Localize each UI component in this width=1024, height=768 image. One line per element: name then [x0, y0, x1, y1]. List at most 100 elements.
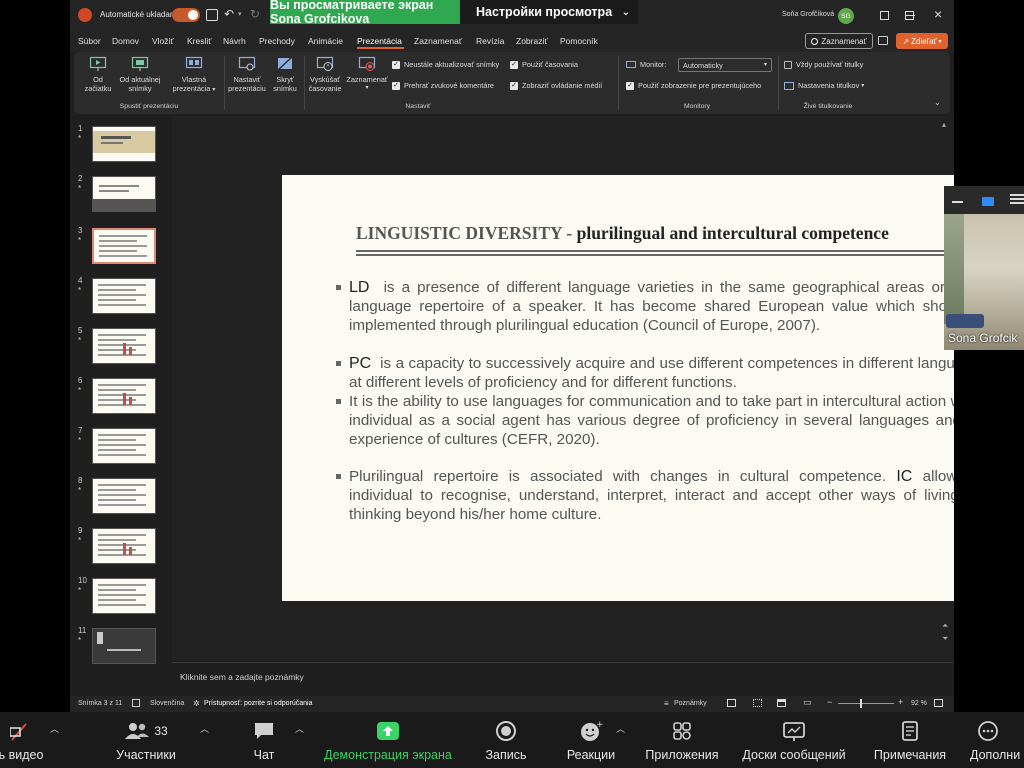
powerpoint-window: Automatické ukladanie ↶ ▾ ↻ Soňa Grofčík…	[70, 0, 954, 712]
participants-button[interactable]: 33 Участники	[108, 718, 184, 762]
chk-use-timings[interactable]: ✓ Použiť časovania	[510, 60, 578, 69]
undo-dropdown-icon[interactable]: ▾	[238, 10, 242, 18]
language-label[interactable]: Slovenčina	[150, 700, 184, 707]
record-meeting-button[interactable]: Запись	[480, 718, 532, 762]
share-button-label: Zdieľať	[911, 36, 937, 46]
spellcheck-icon[interactable]	[132, 699, 140, 707]
scroll-up-icon[interactable]: ▴	[942, 120, 946, 129]
menu-insert[interactable]: Vložiť	[152, 36, 174, 46]
menu-transitions[interactable]: Prechody	[259, 36, 295, 46]
view-options-button[interactable]: Настройки просмотра ⌄	[460, 0, 638, 24]
zoom-slider[interactable]	[838, 699, 894, 708]
setup-show-button[interactable]: Nastaviť prezentáciu	[226, 56, 268, 93]
menu-animations[interactable]: Animácie	[308, 36, 343, 46]
share-screen-button[interactable]: Демонстрация экрана	[318, 718, 458, 762]
zoom-slider-thumb[interactable]	[860, 699, 862, 708]
chk-presenter-view[interactable]: ✓ Použiť zobrazenie pre prezentujúceho	[626, 81, 761, 90]
chk-media-controls[interactable]: ✓ Zobraziť ovládanie médií	[510, 81, 602, 90]
zoom-out-icon[interactable]: −	[827, 697, 832, 707]
notes-pane[interactable]: Kliknite sem a zadajte poznámky	[172, 662, 954, 692]
speaker-view-icon[interactable]	[982, 197, 994, 206]
menu-home[interactable]: Domov	[112, 36, 139, 46]
menu-help[interactable]: Pomocník	[560, 36, 598, 46]
record-button-label: Zaznamenať	[821, 36, 867, 46]
apps-button[interactable]: Приложения	[640, 718, 724, 762]
accessibility-status[interactable]: Prístupnosť: pozrite si odporúčania	[204, 700, 312, 707]
slide-number: 3	[78, 226, 83, 235]
slide-thumbnail[interactable]	[92, 578, 156, 614]
rehearse-icon	[316, 56, 334, 72]
maximize-icon[interactable]	[905, 11, 914, 20]
save-icon[interactable]	[206, 9, 218, 21]
menu-slideshow[interactable]: Prezentácia	[357, 36, 402, 46]
rehearse-timings-button[interactable]: Vyskúšať časovanie	[304, 56, 346, 93]
participant-video-tile[interactable]: Sona Grofcik	[944, 186, 1024, 350]
participants-icon: 33	[108, 718, 184, 744]
current-slide[interactable]: LINGUISTIC DIVERSITY - plurilingual and …	[282, 175, 954, 601]
custom-show-icon	[185, 56, 203, 72]
chat-button[interactable]: Чат	[242, 718, 286, 762]
video-options-caret-icon[interactable]: ︿	[50, 722, 59, 735]
menu-design[interactable]: Návrh	[223, 36, 246, 46]
slide-thumbnail[interactable]	[92, 428, 156, 464]
reactions-options-caret-icon[interactable]: ︿	[616, 722, 625, 735]
slide-thumbnail[interactable]	[92, 378, 156, 414]
fit-to-window-icon[interactable]	[934, 699, 943, 707]
slide-thumbnail[interactable]	[92, 126, 156, 162]
redo-icon[interactable]: ↻	[250, 7, 260, 21]
custom-show-button[interactable]: Vlastná prezentácia ▾	[168, 56, 220, 95]
menu-draw[interactable]: Kresliť	[187, 36, 211, 46]
minimize-video-icon[interactable]	[952, 201, 963, 203]
notes-button[interactable]: Примечания	[868, 718, 952, 762]
menu-record[interactable]: Zaznamenať	[414, 36, 462, 46]
subtitle-settings-button[interactable]: Nastavenia titulkov ▾	[784, 81, 864, 90]
chk-always-subtitles[interactable]: Vždy používať titulky	[784, 60, 863, 69]
custom-show-label-1: Vlastná	[181, 75, 207, 84]
stop-video-button[interactable]: ь видео	[0, 718, 44, 762]
slideshow-start-icon	[89, 56, 107, 72]
reactions-icon: +	[560, 718, 622, 744]
notes-toggle[interactable]: Poznámky	[674, 700, 707, 707]
slideshow-view-icon[interactable]: ▭	[803, 697, 812, 708]
sorter-view-icon[interactable]	[753, 699, 762, 707]
undo-icon[interactable]: ↶	[224, 7, 234, 21]
slide-thumbnail[interactable]	[92, 328, 156, 364]
record-slideshow-button[interactable]: Zaznamenať ▾	[344, 56, 390, 93]
chat-options-caret-icon[interactable]: ︿	[295, 722, 304, 735]
next-slide-icon[interactable]: ⏷	[942, 634, 948, 644]
normal-view-icon[interactable]	[727, 699, 736, 707]
reading-view-icon[interactable]	[777, 699, 786, 707]
slide-thumbnail[interactable]	[92, 528, 156, 564]
autosave-toggle[interactable]	[172, 8, 200, 22]
slide-thumbnail[interactable]	[92, 478, 156, 514]
slide-thumbnail[interactable]	[92, 628, 156, 664]
zoom-in-icon[interactable]: +	[898, 697, 903, 707]
collapse-ribbon-icon[interactable]: ⌄	[934, 98, 941, 107]
avatar[interactable]: SG	[838, 8, 854, 24]
more-button[interactable]: Дополни	[970, 718, 1024, 762]
chk-media-label: Zobraziť ovládanie médií	[522, 81, 603, 90]
comments-icon[interactable]	[878, 36, 888, 45]
prev-slide-icon[interactable]: ⏶	[942, 621, 948, 631]
menu-view[interactable]: Zobraziť	[516, 36, 548, 46]
monitor-icon	[626, 61, 636, 68]
slide-thumbnail[interactable]	[92, 176, 156, 212]
close-icon[interactable]: ×	[934, 6, 942, 22]
reactions-button[interactable]: + Реакции	[560, 718, 622, 762]
gallery-view-icon[interactable]	[1010, 194, 1024, 196]
slide-thumbnail[interactable]	[92, 228, 156, 264]
from-current-button[interactable]: Od aktuálnej snímky	[112, 56, 168, 93]
participants-options-caret-icon[interactable]: ︿	[200, 722, 209, 735]
record-button[interactable]: Zaznamenať	[805, 33, 873, 49]
monitor-select[interactable]: Automaticky ▾	[678, 58, 772, 72]
whiteboards-button[interactable]: Доски сообщений	[736, 718, 852, 762]
slide-thumbnail[interactable]	[92, 278, 156, 314]
hide-slide-button[interactable]: Skryť snímku	[270, 56, 300, 93]
menu-review[interactable]: Revízia	[476, 36, 504, 46]
zoom-level[interactable]: 92 %	[911, 700, 927, 707]
ribbon-display-icon[interactable]	[880, 11, 889, 20]
menu-file[interactable]: Súbor	[78, 36, 101, 46]
share-button[interactable]: ↗ Zdieľať ▾	[896, 33, 948, 49]
chk-play-narrations[interactable]: ✓ Prehrať zvukové komentáre	[392, 81, 494, 90]
chk-update-slides[interactable]: ✓ Neustále aktualizovať snímky	[392, 60, 499, 69]
